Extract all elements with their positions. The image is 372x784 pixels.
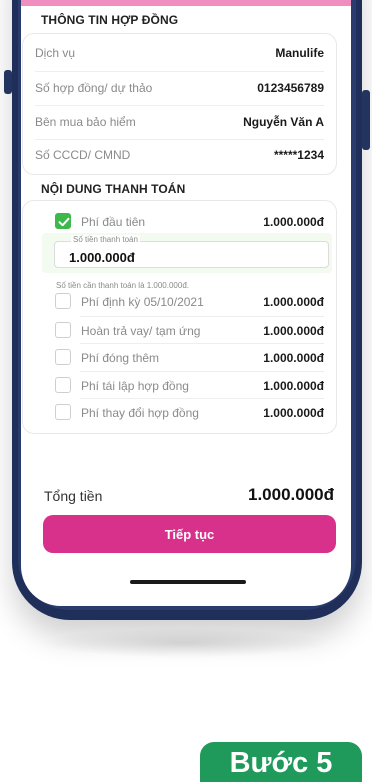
checkbox-checked[interactable] [55, 213, 71, 229]
info-row-id-number: Số CCCD/ CMND *****1234 [35, 144, 324, 166]
info-label: Bên mua bảo hiểm [35, 115, 136, 129]
phone-side-button-right [362, 90, 370, 150]
info-value: *****1234 [273, 148, 324, 162]
payment-item-extra-fee[interactable]: Phí đóng thêm 1.000.000đ [55, 349, 324, 369]
divider [80, 316, 324, 317]
continue-button[interactable]: Tiếp tục [43, 515, 336, 553]
amount-hint: Số tiền cần thanh toán là 1.000.000đ. [56, 281, 189, 290]
checkbox[interactable] [55, 377, 71, 393]
payment-item-first-fee[interactable]: Phí đầu tiên 1.000.000đ [55, 213, 324, 233]
info-label: Dịch vụ [35, 46, 76, 60]
payment-item-value: 1.000.000đ [263, 379, 324, 393]
payment-item-value: 1.000.000đ [263, 406, 324, 420]
checkbox[interactable] [55, 322, 71, 338]
contract-info-title: THÔNG TIN HỢP ĐỒNG [41, 13, 179, 27]
amount-input-value: 1.000.000đ [69, 250, 135, 265]
phone-shadow [40, 628, 330, 658]
info-value: 0123456789 [257, 81, 324, 95]
payment-item-label: Hoàn trả vay/ tạm ứng [81, 324, 201, 338]
amount-section: Số tiền thanh toán 1.000.000đ [42, 233, 332, 273]
payment-item-label: Phí thay đổi hợp đồng [81, 406, 199, 420]
info-label: Số CCCD/ CMND [35, 148, 131, 162]
payment-item-label: Phí định kỳ 05/10/2021 [81, 295, 204, 309]
contract-info-card: Dịch vụ Manulife Số hợp đồng/ dự thảo 01… [22, 33, 337, 175]
divider [80, 371, 324, 372]
checkbox[interactable] [55, 349, 71, 365]
payment-item-loan-repayment[interactable]: Hoàn trả vay/ tạm ứng 1.000.000đ [55, 322, 324, 342]
payment-item-label: Phí tái lập hợp đồng [81, 379, 189, 393]
info-row-service: Dịch vụ Manulife [35, 42, 324, 64]
info-value: Manulife [275, 46, 324, 60]
step-badge: Bước 5 [200, 742, 362, 782]
info-row-contract-number: Số hợp đồng/ dự thảo 0123456789 [35, 77, 324, 99]
checkbox[interactable] [55, 404, 71, 420]
payment-item-label: Phí đóng thêm [81, 351, 160, 365]
checkbox[interactable] [55, 293, 71, 309]
payment-item-value: 1.000.000đ [263, 351, 324, 365]
amount-input-legend: Số tiền thanh toán [71, 235, 140, 244]
home-indicator [130, 580, 246, 584]
payment-item-label: Phí đầu tiên [81, 215, 146, 229]
payment-item-value: 1.000.000đ [263, 215, 324, 229]
payment-item-periodic-fee[interactable]: Phí định kỳ 05/10/2021 1.000.000đ [55, 293, 324, 313]
divider [35, 71, 324, 72]
divider [35, 105, 324, 106]
info-label: Số hợp đồng/ dự thảo [35, 81, 153, 95]
phone-side-button-left [4, 70, 12, 94]
info-row-buyer: Bên mua bảo hiểm Nguyễn Văn A [35, 111, 324, 133]
info-value: Nguyễn Văn A [243, 115, 324, 129]
divider [80, 343, 324, 344]
header-strip [21, 0, 351, 6]
payment-title: NỘI DUNG THANH TOÁN [41, 182, 186, 196]
divider [80, 398, 324, 399]
payment-item-value: 1.000.000đ [263, 324, 324, 338]
payment-item-change-fee[interactable]: Phí thay đổi hợp đồng 1.000.000đ [55, 404, 324, 424]
check-icon [58, 217, 70, 227]
payment-item-value: 1.000.000đ [263, 295, 324, 309]
divider [35, 139, 324, 140]
total-value: 1.000.000đ [247, 485, 334, 504]
payment-item-reinstatement-fee[interactable]: Phí tái lập hợp đồng 1.000.000đ [55, 377, 324, 397]
amount-input[interactable]: Số tiền thanh toán 1.000.000đ [54, 235, 329, 268]
